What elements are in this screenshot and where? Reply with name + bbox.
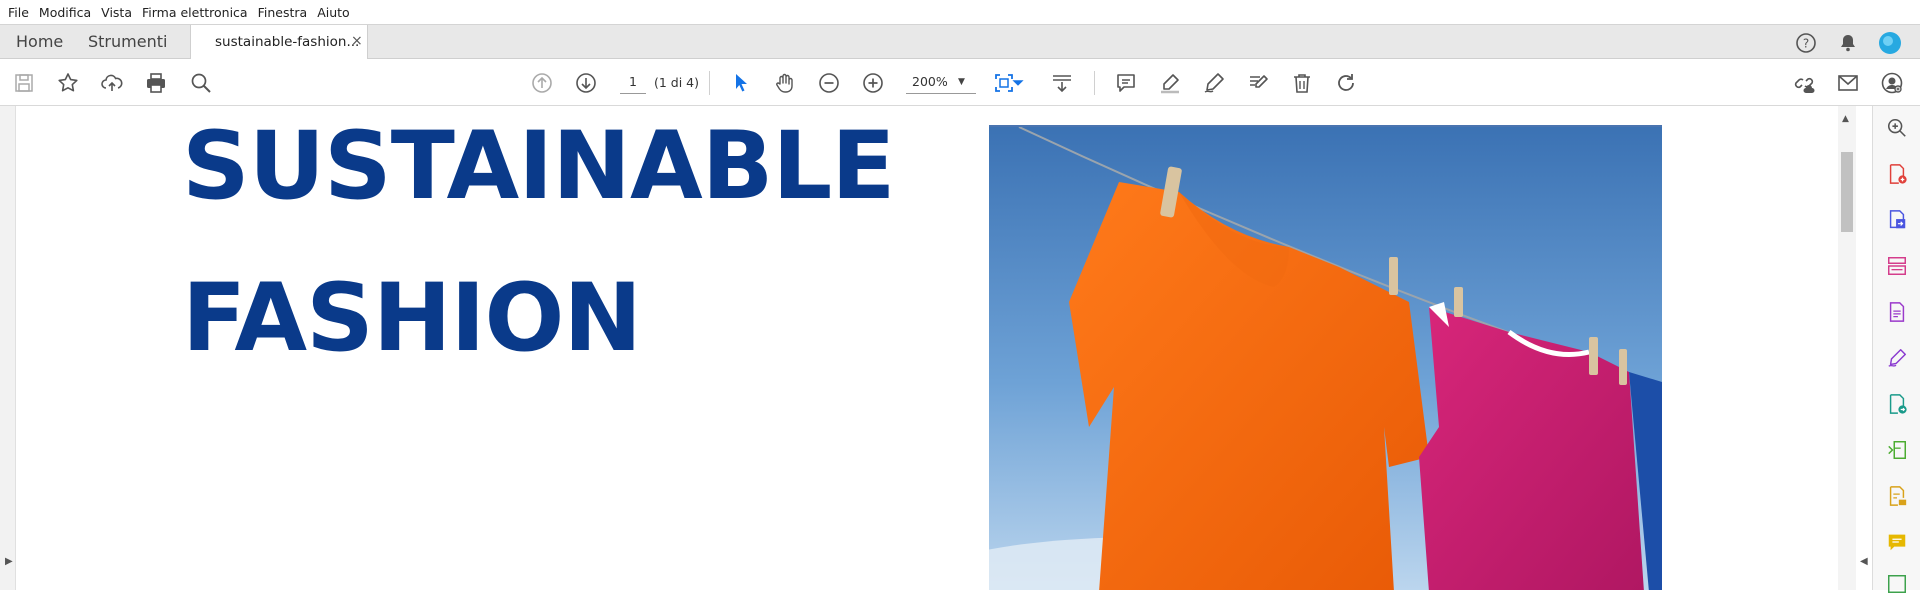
collapse-panel-icon[interactable]: ◀	[1860, 556, 1868, 567]
tab-document[interactable]: sustainable-fashion... ×	[190, 25, 368, 60]
comment-tool-icon[interactable]	[1885, 530, 1909, 554]
upload-cloud-icon[interactable]	[98, 69, 126, 97]
highlight-pen-icon[interactable]	[1156, 69, 1184, 97]
scroll-up-icon[interactable]: ▲	[1842, 114, 1849, 124]
right-tools-panel: ◀	[1860, 106, 1920, 593]
clothesline-photo	[989, 125, 1662, 590]
page-count-label: (1 di 4)	[654, 75, 700, 90]
expand-panel-icon[interactable]: ▶	[5, 556, 13, 567]
previous-page-icon[interactable]	[528, 69, 556, 97]
svg-text:?: ?	[1803, 36, 1809, 50]
send-for-signature-icon[interactable]	[1885, 392, 1909, 416]
zoom-search-icon[interactable]	[1885, 116, 1909, 140]
edit-pdf-icon[interactable]	[1885, 300, 1909, 324]
vertical-scrollbar[interactable]: ▲	[1838, 106, 1856, 590]
toolbar-divider	[1094, 71, 1095, 95]
document-title-line2: FASHION	[182, 264, 642, 373]
export-pdf-icon[interactable]	[1885, 208, 1909, 232]
zoom-in-icon[interactable]	[859, 69, 887, 97]
protect-icon[interactable]	[1885, 484, 1909, 508]
tab-bar: Home Strumenti sustainable-fashion... × …	[0, 24, 1920, 60]
user-avatar-icon[interactable]	[1878, 31, 1902, 55]
save-icon[interactable]	[10, 69, 38, 97]
comment-icon[interactable]	[1112, 69, 1140, 97]
compress-icon[interactable]	[1885, 438, 1909, 462]
menu-edit[interactable]: Modifica	[35, 5, 97, 20]
close-icon[interactable]: ×	[351, 33, 363, 49]
rotate-icon[interactable]	[1332, 69, 1360, 97]
toolbar: 1 (1 di 4) 200% ▼	[0, 59, 1920, 106]
delete-icon[interactable]	[1288, 69, 1316, 97]
share-link-icon[interactable]	[1790, 69, 1818, 97]
menu-help[interactable]: Aiuto	[313, 5, 356, 20]
print-icon[interactable]	[142, 69, 170, 97]
tab-home[interactable]: Home	[16, 32, 63, 51]
scroll-mode-icon[interactable]	[1048, 69, 1076, 97]
fill-sign-icon[interactable]	[1885, 346, 1909, 370]
account-icon[interactable]	[1878, 69, 1906, 97]
next-page-icon[interactable]	[572, 69, 600, 97]
scrollbar-thumb[interactable]	[1841, 152, 1853, 232]
email-icon[interactable]	[1834, 69, 1862, 97]
document-title-line1: SUSTAINABLE	[182, 112, 895, 221]
tab-tools[interactable]: Strumenti	[88, 32, 167, 51]
help-icon[interactable]: ?	[1794, 31, 1818, 55]
page-number-input[interactable]: 1	[620, 74, 646, 94]
notification-bell-icon[interactable]	[1836, 31, 1860, 55]
menu-window[interactable]: Finestra	[254, 5, 314, 20]
menu-file[interactable]: File	[4, 5, 35, 20]
left-nav-panel-collapsed[interactable]: ▶	[0, 106, 16, 590]
menu-view[interactable]: Vista	[97, 5, 138, 20]
more-tools-icon[interactable]	[1885, 572, 1909, 596]
tab-document-label: sustainable-fashion...	[215, 34, 360, 50]
menu-esign[interactable]: Firma elettronica	[138, 5, 254, 20]
organize-pages-icon[interactable]	[1885, 254, 1909, 278]
select-cursor-icon[interactable]	[727, 69, 755, 97]
chevron-down-icon[interactable]: ▼	[958, 77, 965, 87]
hand-pan-icon[interactable]	[771, 69, 799, 97]
fit-options-caret-icon[interactable]	[1011, 69, 1025, 97]
zoom-level-input[interactable]: 200%	[906, 74, 976, 94]
create-pdf-icon[interactable]	[1885, 162, 1909, 186]
menu-bar: File Modifica Vista Firma elettronica Fi…	[0, 0, 1920, 24]
zoom-out-icon[interactable]	[815, 69, 843, 97]
toolbar-divider	[709, 71, 710, 95]
edit-text-icon[interactable]	[1244, 69, 1272, 97]
search-zoom-icon[interactable]	[187, 69, 215, 97]
bookmark-star-icon[interactable]	[54, 69, 82, 97]
tabbar-right-group: ?	[1794, 25, 1920, 60]
sign-icon[interactable]	[1200, 69, 1228, 97]
